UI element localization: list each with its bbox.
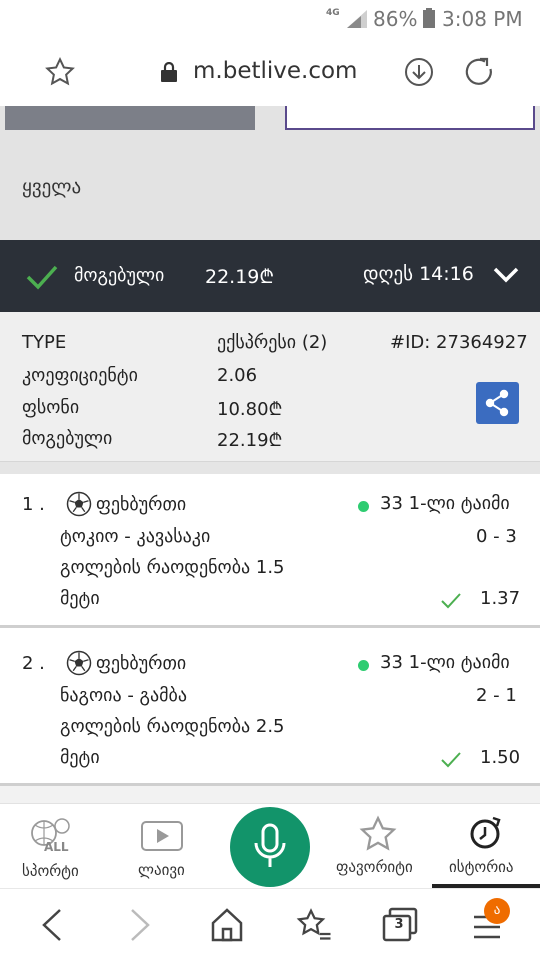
bookmarks-star-icon[interactable] bbox=[296, 907, 332, 943]
stake-value: 10.80₾ bbox=[217, 399, 283, 420]
live-indicator-icon bbox=[358, 501, 369, 512]
event-odds: 1.37 bbox=[480, 588, 521, 609]
event-outcome: მეტი bbox=[60, 588, 100, 609]
chevron-down-icon[interactable] bbox=[492, 264, 520, 286]
browser-address-bar: m.betlive.com bbox=[0, 38, 540, 106]
reload-icon[interactable] bbox=[463, 56, 495, 88]
filter-button-left[interactable] bbox=[5, 106, 255, 130]
tab-sports[interactable]: ALL სპორტი bbox=[0, 804, 108, 889]
bet-info-block: TYPE ექსპრესი (2) #ID: 27364927 კოეფიციე… bbox=[0, 312, 540, 462]
browser-bottom-bar bbox=[0, 888, 540, 960]
event-outcome: მეტი bbox=[60, 747, 100, 768]
stake-label: ფსონი bbox=[22, 397, 80, 418]
filter-area: ყველა bbox=[0, 106, 540, 240]
favorites-star-icon bbox=[359, 815, 397, 851]
event-score: 2 - 1 bbox=[476, 685, 517, 706]
network-type: 4G bbox=[326, 8, 340, 18]
type-label: TYPE bbox=[22, 332, 67, 353]
tab-live-label: ლაივი bbox=[138, 861, 185, 879]
filter-all-label[interactable]: ყველა bbox=[22, 176, 81, 198]
signal-icon bbox=[347, 10, 367, 28]
bookmark-star-icon[interactable] bbox=[44, 56, 76, 88]
event-market: გოლების რაოდენობა 1.5 bbox=[60, 557, 285, 578]
tab-live[interactable]: ლაივი bbox=[108, 804, 216, 889]
event-sport: ფეხბურთი bbox=[96, 653, 187, 674]
tab-history[interactable]: ისტორია bbox=[432, 804, 540, 889]
back-arrow-icon[interactable] bbox=[40, 907, 64, 943]
event-market: გოლების რაოდენობა 2.5 bbox=[60, 716, 285, 737]
play-video-icon bbox=[141, 821, 183, 851]
tab-favorites-label: ფავორიტი bbox=[336, 858, 413, 876]
filter-button-right[interactable] bbox=[285, 106, 535, 130]
url-text[interactable]: m.betlive.com bbox=[193, 58, 357, 84]
event-sport: ფეხბურთი bbox=[96, 494, 187, 515]
voice-search-button[interactable] bbox=[230, 807, 310, 887]
coefficient-value: 2.06 bbox=[217, 365, 258, 386]
coefficient-label: კოეფიციენტი bbox=[22, 365, 138, 386]
tab-favorites[interactable]: ფავორიტი bbox=[324, 804, 432, 889]
event-teams: ნაგოია - გამბა bbox=[60, 685, 188, 706]
status-time: 3:08 PM bbox=[442, 7, 523, 31]
win-label: მოგებული bbox=[22, 428, 113, 449]
event-index: 2 . bbox=[22, 653, 45, 674]
tab-history-label: ისტორია bbox=[449, 858, 514, 876]
history-clock-icon bbox=[470, 816, 501, 849]
event-index: 1 . bbox=[22, 494, 45, 515]
lock-icon bbox=[161, 62, 177, 82]
event-card: 1 . ფეხბურთი 33 1-ლი ტაიმი ტოკიო - კავას… bbox=[0, 474, 540, 624]
bet-amount: 22.19₾ bbox=[205, 266, 275, 288]
tab-sports-label: სპორტი bbox=[22, 862, 79, 880]
section-gap bbox=[0, 462, 540, 474]
event-score: 0 - 3 bbox=[476, 526, 517, 547]
check-icon bbox=[26, 265, 58, 290]
home-icon[interactable] bbox=[210, 907, 244, 943]
type-value: ექსპრესი (2) bbox=[217, 332, 328, 353]
live-indicator-icon bbox=[358, 660, 369, 671]
event-card: 2 . ფეხბურთი 33 1-ლი ტაიმი ნაგოია - გამბ… bbox=[0, 633, 540, 783]
share-button[interactable] bbox=[476, 382, 519, 424]
sports-icon-label: ALL bbox=[44, 840, 69, 854]
download-icon[interactable] bbox=[403, 56, 435, 88]
list-bottom-gap bbox=[0, 786, 540, 803]
bet-time: დღეს 14:16 bbox=[363, 263, 474, 285]
battery-percent: 86% bbox=[373, 7, 418, 31]
battery-icon bbox=[423, 8, 435, 28]
win-check-icon bbox=[441, 593, 461, 609]
bet-id: #ID: 27364927 bbox=[390, 332, 528, 353]
win-check-icon bbox=[441, 752, 461, 768]
bet-header[interactable]: მოგებული 22.19₾ დღეს 14:16 bbox=[0, 240, 540, 312]
win-value: 22.19₾ bbox=[217, 430, 283, 451]
soccer-ball-icon bbox=[66, 650, 92, 676]
tabs-count: 3 bbox=[394, 917, 404, 932]
microphone-icon bbox=[254, 823, 286, 867]
bottom-tab-nav: ALL სპორტი ლაივი ფავორიტი ისტორია bbox=[0, 803, 540, 888]
status-bar: 4G 86% 3:08 PM bbox=[0, 0, 540, 38]
event-divider bbox=[0, 625, 540, 628]
bet-status: მოგებული bbox=[74, 265, 165, 286]
share-icon bbox=[485, 389, 509, 417]
event-period: 33 1-ლი ტაიმი bbox=[380, 652, 510, 673]
menu-notification-badge: ა bbox=[484, 898, 510, 924]
event-odds: 1.50 bbox=[480, 747, 521, 768]
event-period: 33 1-ლი ტაიმი bbox=[380, 493, 510, 514]
forward-arrow-icon[interactable] bbox=[128, 907, 152, 943]
soccer-ball-icon bbox=[66, 491, 92, 517]
event-teams: ტოკიო - კავასაკი bbox=[60, 526, 211, 547]
